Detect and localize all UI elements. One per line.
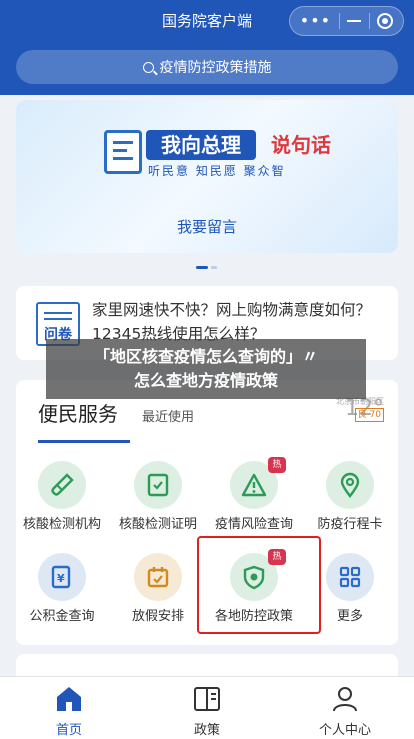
red-highlight-box [197,536,321,634]
service-housing-fund-query[interactable]: ¥ 公积金查询 [14,553,110,639]
home-icon [57,687,81,711]
overlay-caption-line1: 「地区核查疫情怎么查询的」〃 [93,347,318,366]
service-label: 核酸检测证明 [118,517,197,532]
app-header: 国务院客户端 ••• 疫情防控政策措施 [0,0,414,95]
more-menu-icon[interactable]: ••• [300,13,331,29]
service-label: 核酸检测机构 [22,517,101,532]
service-label: 防疫行程卡 [317,517,383,532]
tab-home[interactable]: 首页 [0,677,138,739]
banner-headline-left: 我向总理 [146,130,256,160]
location-pin-icon [326,461,374,509]
search-bar[interactable]: 疫情防控政策措施 [16,50,398,84]
search-placeholder: 疫情防控政策措施 [159,60,272,76]
calendar-icon [134,553,182,601]
svg-text:¥: ¥ [57,572,65,585]
leave-message-link[interactable]: 我要留言 [16,216,398,237]
overlay-caption-line2: 怎么查地方疫情政策 [133,371,278,390]
service-epidemic-risk-query[interactable]: 热 疫情风险查询 [206,457,302,547]
services-title[interactable]: 便民服务 [38,398,118,427]
grid-more-icon [326,553,374,601]
minimize-icon[interactable] [347,20,362,22]
user-icon [333,687,357,712]
tab-recent[interactable]: 最近使用 [142,406,194,425]
certificate-icon [134,461,182,509]
tab-policy[interactable]: 政策 [138,677,276,739]
service-label: 放假安排 [131,609,184,624]
tab-home-label: 首页 [55,723,82,738]
fund-document-icon: ¥ [38,553,86,601]
capsule-divider [368,13,370,29]
air-quality-badge: 良 70 [354,408,384,422]
hot-badge: 热 [268,457,286,473]
book-icon [194,687,220,711]
banner-headline-right: 说句话 [271,133,331,157]
test-tube-icon [38,461,86,509]
banner-subtitle: 听民意 知民愿 聚众智 [148,164,286,178]
service-nucleic-test-agency[interactable]: 核酸检测机构 [14,461,110,547]
close-target-icon[interactable] [377,13,394,29]
service-label: 公积金查询 [29,609,95,624]
service-label: 疫情风险查询 [214,517,293,532]
overlay-caption: 「地区核查疫情怎么查询的」〃 怎么查地方疫情政策 [46,339,366,399]
service-nucleic-test-certificate[interactable]: 核酸检测证明 [110,461,206,547]
service-travel-card[interactable]: 防疫行程卡 [302,461,398,547]
tab-profile-label: 个人中心 [318,723,371,738]
tab-policy-label: 政策 [193,723,220,738]
bottom-tab-bar: 首页 政策 个人中心 [0,676,414,739]
capsule-divider [338,13,340,29]
premier-message-banner[interactable]: 我向总理 说句话 听民意 知民愿 聚众智 我要留言 [16,100,398,253]
search-icon [142,61,154,73]
service-holiday-schedule[interactable]: 放假安排 [110,553,206,639]
tab-profile[interactable]: 个人中心 [276,677,414,739]
carousel-indicator [196,266,217,269]
mini-program-capsule[interactable]: ••• [289,6,404,36]
document-icon [104,130,142,174]
active-tab-underline [38,440,130,443]
